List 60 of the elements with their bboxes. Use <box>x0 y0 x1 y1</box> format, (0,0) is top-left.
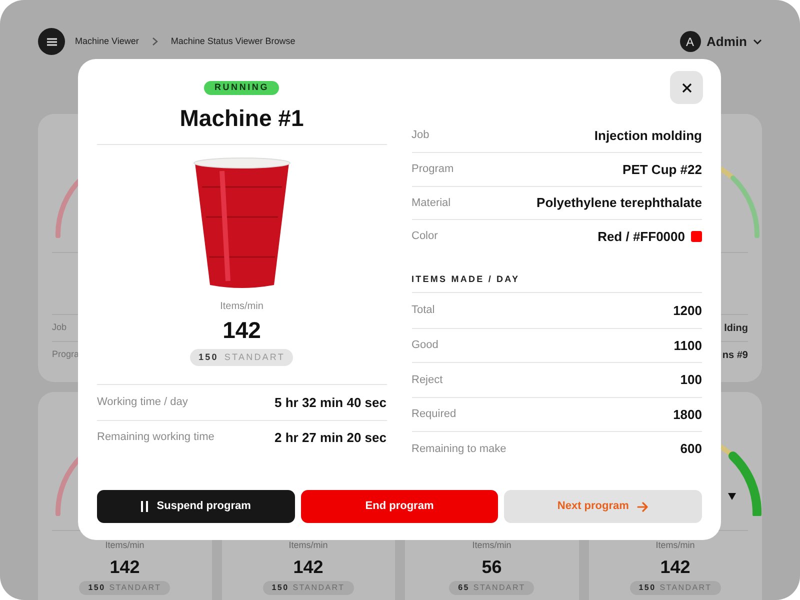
detail-label: Program <box>412 162 454 178</box>
rate-value: 142 <box>293 556 324 578</box>
rate-label: Items/min <box>656 539 695 552</box>
detail-value: Polyethylene terephthalate <box>536 194 702 212</box>
row-value: ns #9 <box>722 348 748 362</box>
close-icon <box>682 82 692 92</box>
detail-value: PET Cup #22 <box>622 160 702 179</box>
rate-label: Items/min <box>105 539 144 552</box>
detail-label: Good <box>412 338 438 354</box>
detail-label: Color <box>412 229 438 244</box>
rate-label: Items/min <box>220 300 264 314</box>
detail-value: 600 <box>680 440 702 458</box>
status-badge: RUNNING <box>204 81 280 95</box>
detail-label: Remaining working time <box>97 430 214 445</box>
menu-button[interactable] <box>38 28 65 55</box>
rate-label: Items/min <box>288 539 328 552</box>
rate-value: 142 <box>222 316 261 344</box>
row-label: Progra <box>52 348 80 362</box>
pointer-icon <box>728 493 736 500</box>
detail-label: Working time / day <box>97 395 188 410</box>
row-label: Job <box>52 321 67 334</box>
standard-badge: 65 STANDART <box>449 580 534 594</box>
user-menu[interactable]: A Admin <box>680 31 762 52</box>
rate-label: Items/min <box>472 539 512 552</box>
menu-icon <box>46 38 56 46</box>
user-name: Admin <box>706 32 747 51</box>
machine-title: Machine #1 <box>180 104 304 133</box>
standard-badge: 150 STANDART <box>630 580 721 594</box>
detail-value: 1800 <box>673 406 702 424</box>
detail-value: 2 hr 27 min 20 sec <box>274 428 386 446</box>
detail-value: 1200 <box>673 302 702 320</box>
standard-badge: 150 STANDART <box>79 580 170 594</box>
rate-value: 56 <box>482 556 502 578</box>
action-button[interactable]: Suspend program <box>97 490 295 523</box>
breadcrumb-link[interactable]: Machine Status Viewer Browse <box>170 34 296 48</box>
pause-icon <box>140 501 149 512</box>
row-value: lding <box>724 322 748 336</box>
breadcrumb-link[interactable]: Machine Viewer <box>75 34 139 48</box>
chevron-down-icon <box>753 38 762 44</box>
rate-value: 142 <box>660 556 690 578</box>
close-button[interactable] <box>670 71 703 104</box>
detail-value: 100 <box>680 371 702 390</box>
detail-label: Reject <box>412 372 443 388</box>
detail-value: 5 hr 32 min 40 sec <box>274 394 386 412</box>
detail-value: Red / #FF0000 <box>598 228 685 246</box>
detail-label: Total <box>412 303 435 318</box>
detail-label: Material <box>412 196 451 211</box>
detail-label: Job <box>412 128 430 144</box>
rate-value: 142 <box>110 556 140 578</box>
action-button[interactable]: End program <box>300 490 498 523</box>
arrow-right-icon <box>636 502 649 512</box>
standard-badge: 150 STANDART <box>262 580 354 594</box>
section-heading: ITEMS MADE / DAY <box>412 272 521 286</box>
avatar: A <box>680 31 701 52</box>
detail-label: Remaining to make <box>412 442 506 457</box>
chevron-right-icon <box>152 37 158 46</box>
standard-badge: 150 STANDART <box>190 349 294 366</box>
detail-value: Injection molding <box>594 126 702 145</box>
detail-label: Required <box>412 407 456 422</box>
detail-value: 1100 <box>674 336 702 355</box>
